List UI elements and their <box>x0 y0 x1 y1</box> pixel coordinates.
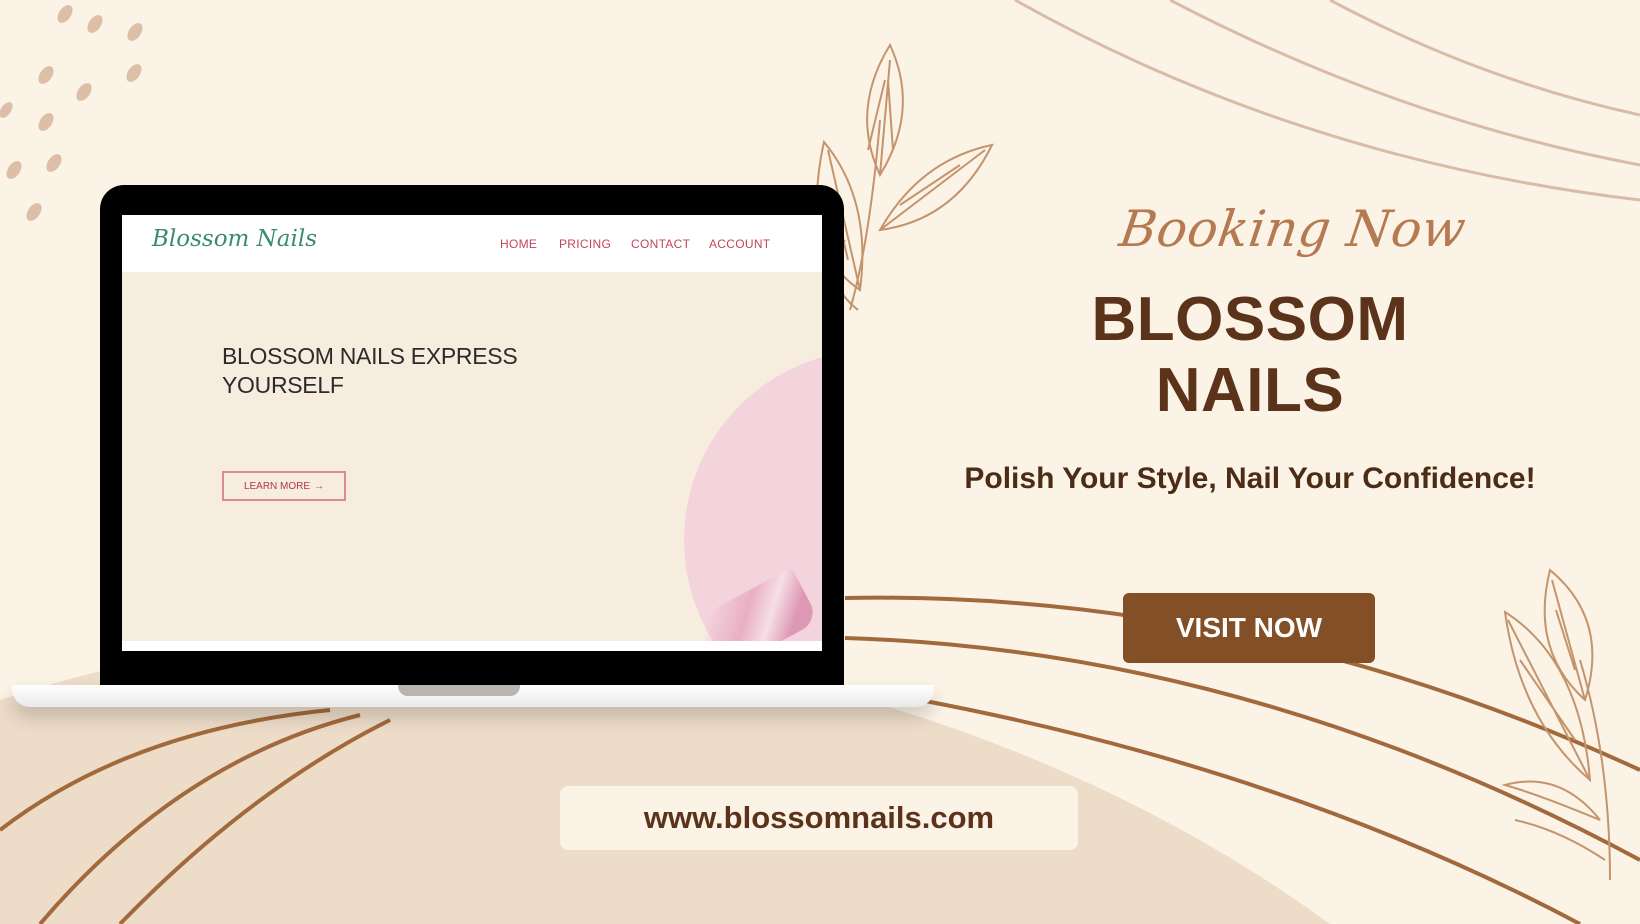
tagline: Polish Your Style, Nail Your Confidence! <box>964 462 1536 495</box>
booking-now-heading: Booking Now <box>1115 200 1470 258</box>
laptop-notch <box>398 685 520 696</box>
nav-contact[interactable]: CONTACT <box>631 237 690 251</box>
site-header: Blossom Nails HOME PRICING CONTACT ACCOU… <box>122 215 822 272</box>
hero-title: BLOSSOM NAILS EXPRESS YOURSELF <box>222 343 518 398</box>
website-url[interactable]: www.blossomnails.com <box>560 786 1078 850</box>
nav-pricing[interactable]: PRICING <box>559 237 611 251</box>
learn-more-label: LEARN MORE <box>243 480 311 492</box>
laptop-screen-bezel: Blossom Nails HOME PRICING CONTACT ACCOU… <box>100 185 844 685</box>
learn-more-button[interactable]: LEARN MORE → <box>222 471 346 501</box>
leaf-branch-icon-right <box>1501 568 1611 881</box>
visit-now-button[interactable]: VISIT NOW <box>1123 593 1375 663</box>
nav-account[interactable]: ACCOUNT <box>709 237 770 251</box>
site-logo[interactable]: Blossom Nails <box>152 226 317 252</box>
top-right-arcs <box>1014 0 1640 202</box>
laptop-display: Blossom Nails HOME PRICING CONTACT ACCOU… <box>122 215 822 651</box>
arrow-right-icon: → <box>314 480 325 492</box>
nav-home[interactable]: HOME <box>500 237 537 251</box>
brand-title: BLOSSOM NAILS <box>1091 285 1409 425</box>
screen-bottom-bar <box>122 641 822 651</box>
